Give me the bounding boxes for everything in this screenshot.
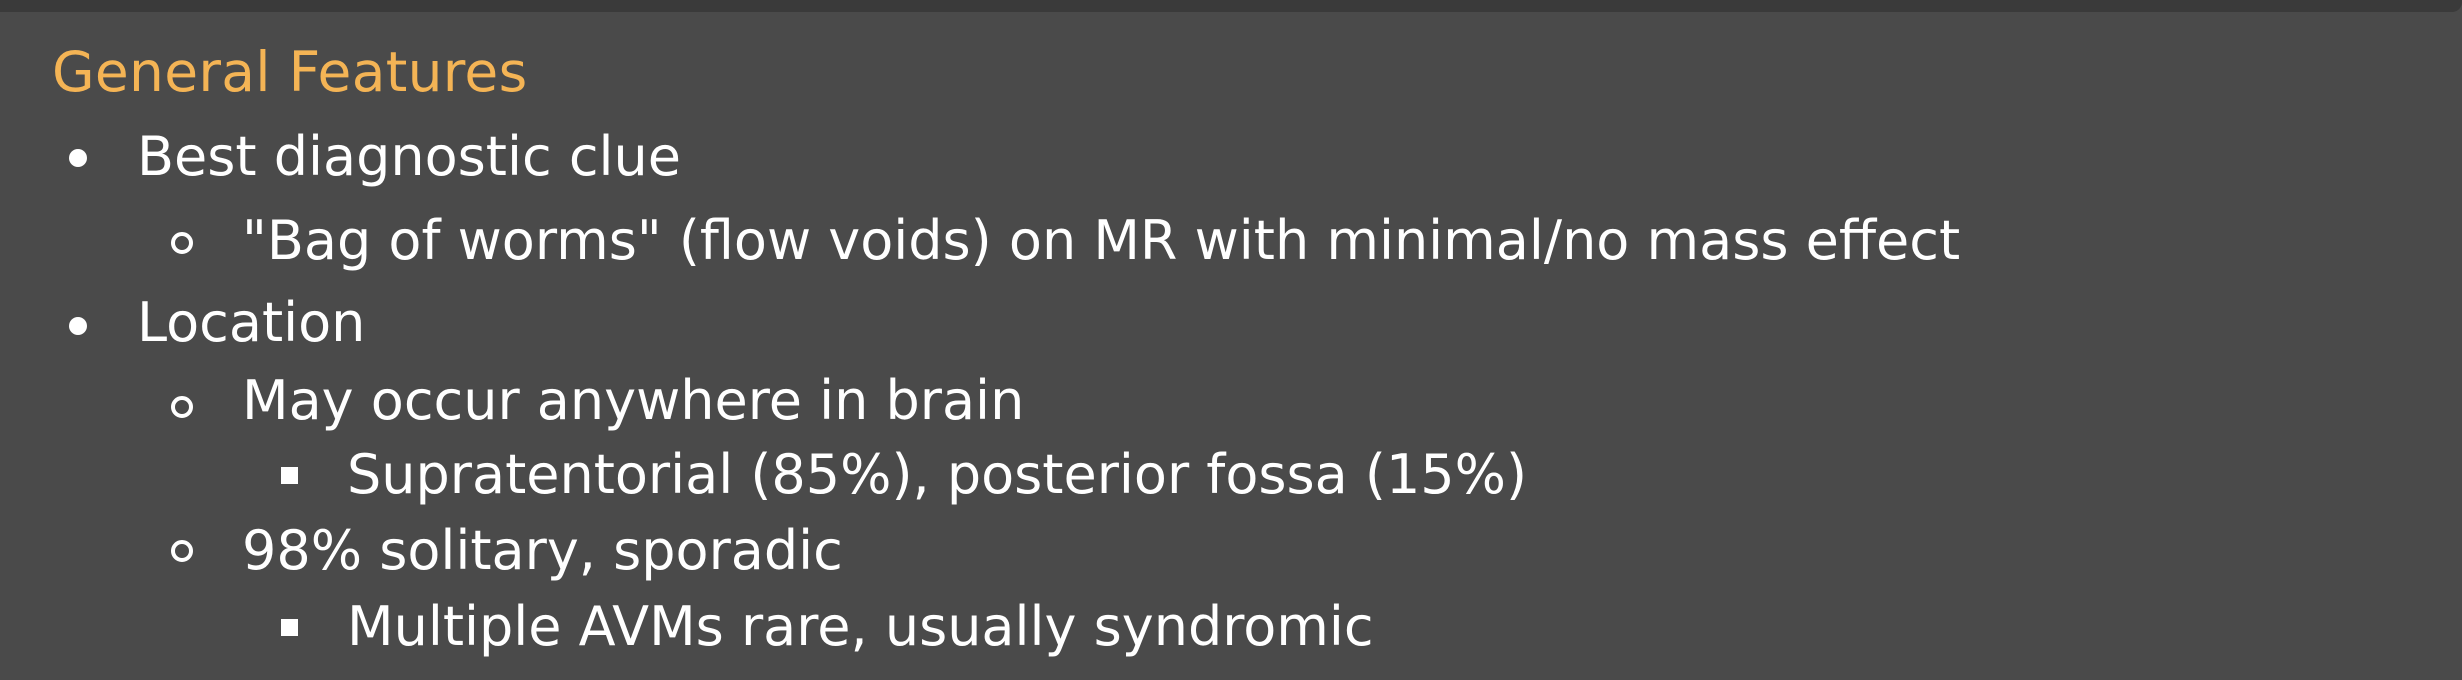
- disc-bullet-icon: [69, 149, 87, 167]
- sub-sub-item-multiple-avms: Multiple AVMs rare, usually syndromic: [52, 592, 2432, 662]
- sub-item-bag-of-worms: "Bag of worms" (flow voids) on MR with m…: [52, 198, 2432, 284]
- sub-item-text: May occur anywhere in brain: [242, 369, 1025, 432]
- circle-bullet-icon: [171, 540, 193, 562]
- window-top-bar: [0, 0, 2462, 12]
- section-title: General Features: [52, 40, 528, 104]
- bullet-list: Best diagnostic clue "Bag of worms" (flo…: [52, 116, 2432, 662]
- sub-list: "Bag of worms" (flow voids) on MR with m…: [137, 198, 2432, 284]
- square-bullet-icon: [281, 467, 298, 484]
- list-item-location: Location May occur anywhere in brain Sup…: [52, 284, 2432, 662]
- sub-item-anywhere-in-brain: May occur anywhere in brain Supratentori…: [52, 362, 2432, 510]
- list-item-text: Location: [137, 291, 366, 354]
- slide-content: General Features Best diagnostic clue "B…: [52, 28, 2432, 662]
- circle-bullet-icon: [171, 232, 193, 254]
- sub-sub-list: Multiple AVMs rare, usually syndromic: [242, 592, 2432, 662]
- sub-sub-list: Supratentorial (85%), posterior fossa (1…: [242, 440, 2432, 510]
- sub-sub-item-supratentorial: Supratentorial (85%), posterior fossa (1…: [52, 440, 2432, 510]
- list-item-best-diagnostic-clue: Best diagnostic clue "Bag of worms" (flo…: [52, 116, 2432, 284]
- sub-list: May occur anywhere in brain Supratentori…: [137, 362, 2432, 662]
- circle-bullet-icon: [171, 396, 193, 418]
- disc-bullet-icon: [69, 317, 87, 335]
- square-bullet-icon: [281, 619, 298, 636]
- sub-item-text: "Bag of worms" (flow voids) on MR with m…: [242, 209, 1961, 272]
- list-item-text: Best diagnostic clue: [137, 125, 681, 188]
- sub-sub-item-text: Supratentorial (85%), posterior fossa (1…: [347, 443, 1528, 506]
- sub-item-text: 98% solitary, sporadic: [242, 519, 843, 582]
- sub-item-solitary-sporadic: 98% solitary, sporadic Multiple AVMs rar…: [52, 510, 2432, 662]
- sub-sub-item-text: Multiple AVMs rare, usually syndromic: [347, 595, 1374, 658]
